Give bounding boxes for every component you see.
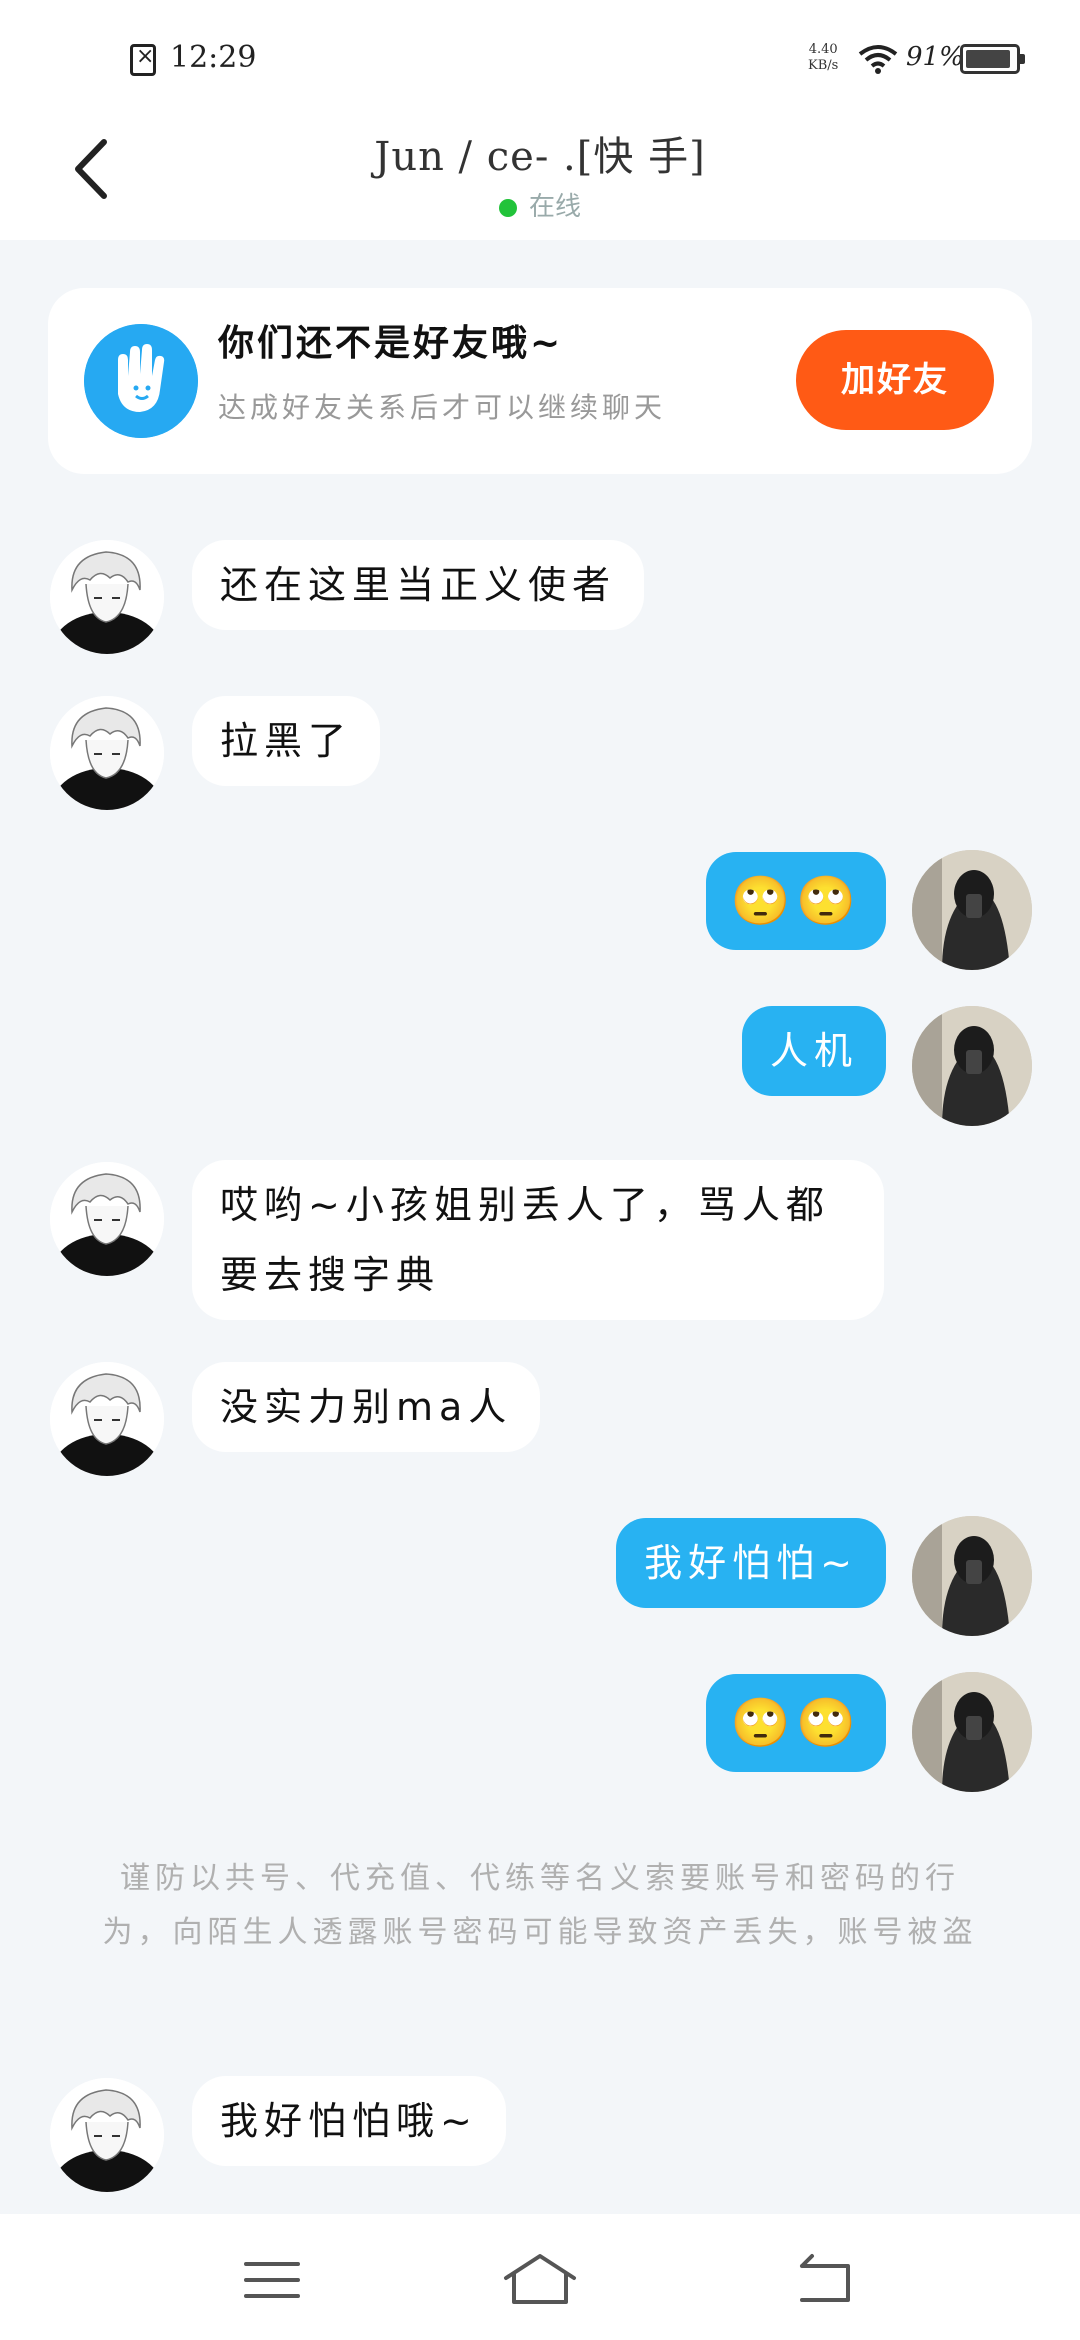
my-avatar[interactable] xyxy=(912,850,1032,970)
wave-hand-icon xyxy=(84,324,198,438)
my-avatar[interactable] xyxy=(912,1006,1032,1126)
message-bubble-incoming[interactable]: 没实力别ma人 xyxy=(192,1362,541,1452)
friend-card-subtitle: 达成好友关系后才可以继续聊天 xyxy=(218,391,667,424)
network-speed-value: 4.40 xyxy=(808,42,838,57)
back-nav-icon[interactable] xyxy=(774,2244,874,2314)
menu-icon[interactable] xyxy=(222,2244,322,2314)
system-nav-bar xyxy=(0,2214,1080,2340)
my-avatar[interactable] xyxy=(912,1672,1032,1792)
message-bubble-outgoing[interactable]: 🙄🙄 xyxy=(706,852,886,950)
contact-avatar[interactable] xyxy=(50,696,164,810)
status-bar: 12:29 4.40 KB/s 91% xyxy=(0,0,1080,110)
network-speed: 4.40 KB/s xyxy=(808,42,838,74)
my-avatar[interactable] xyxy=(912,1516,1032,1636)
contact-avatar[interactable] xyxy=(50,540,164,654)
no-sim-icon xyxy=(130,44,156,76)
network-speed-unit: KB/s xyxy=(808,58,839,73)
online-status: 在线 xyxy=(0,186,1080,223)
safety-notice: 谨防以共号、代充值、代练等名义索要账号和密码的行为，向陌生人透露账号密码可能导致… xyxy=(102,1861,978,1950)
message-bubble-incoming[interactable]: 拉黑了 xyxy=(192,696,381,786)
add-friend-button[interactable]: 加好友 xyxy=(796,330,994,430)
message-bubble-outgoing[interactable]: 人机 xyxy=(741,1006,886,1096)
status-time: 12:29 xyxy=(170,40,257,75)
battery-percent: 91% xyxy=(906,42,964,72)
online-status-label: 在线 xyxy=(528,192,581,222)
home-icon[interactable] xyxy=(490,2244,590,2314)
chat-title-text: Jun / ce- .[快 手] xyxy=(374,134,706,180)
wifi-icon xyxy=(858,45,898,74)
contact-avatar[interactable] xyxy=(50,1362,164,1476)
message-bubble-incoming[interactable]: 哎哟~小孩姐别丢人了，骂人都要去搜字典 xyxy=(192,1160,884,1320)
contact-avatar[interactable] xyxy=(50,1162,164,1276)
message-bubble-incoming[interactable]: 还在这里当正义使者 xyxy=(192,540,645,630)
battery-icon xyxy=(960,44,1025,74)
online-dot-icon xyxy=(498,198,517,217)
chat-header: Jun / ce- .[快 手] 在线 xyxy=(0,110,1080,240)
contact-avatar[interactable] xyxy=(50,2078,164,2192)
message-bubble-outgoing[interactable]: 我好怕怕~ xyxy=(616,1518,886,1608)
chat-title: Jun / ce- .[快 手] xyxy=(0,124,1080,182)
friend-card-title: 你们还不是好友哦~ xyxy=(218,323,564,364)
message-bubble-outgoing[interactable]: 🙄🙄 xyxy=(706,1674,886,1772)
not-friends-card: 你们还不是好友哦~ 达成好友关系后才可以继续聊天 加好友 xyxy=(48,288,1032,474)
message-bubble-incoming[interactable]: 我好怕怕哦~ xyxy=(192,2076,506,2166)
